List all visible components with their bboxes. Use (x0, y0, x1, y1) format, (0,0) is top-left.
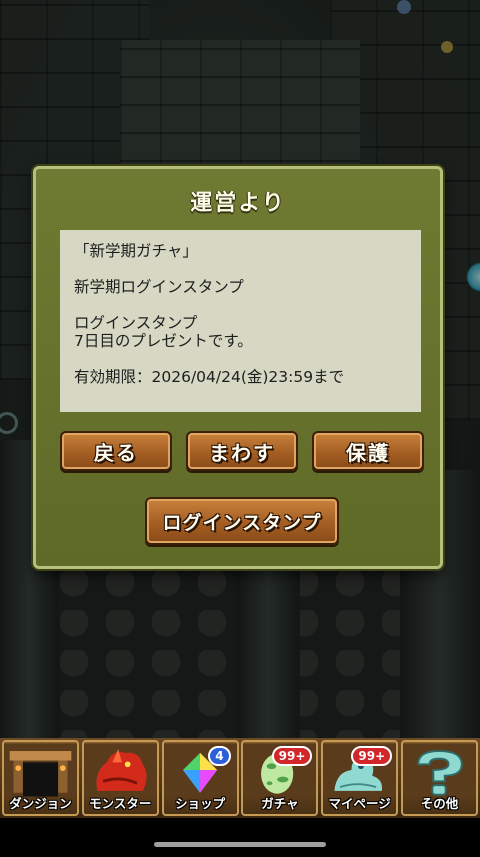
dungeon-icon (4, 743, 77, 797)
nav-label: モンスター (89, 796, 152, 811)
nav-dungeon[interactable]: ダンジョン (2, 740, 79, 816)
nav-shop[interactable]: 4 ショップ (161, 740, 239, 816)
nav-mypage[interactable]: 99+ マイページ (321, 740, 399, 816)
nav-label: ショップ (175, 796, 226, 811)
message-line: 「新学期ガチャ」 (74, 242, 198, 260)
nav-label: マイページ (328, 796, 391, 811)
mypage-badge: 99+ (351, 746, 393, 766)
other-icon (402, 743, 476, 797)
message-line: 7日目のプレゼントです。 (74, 332, 253, 350)
nav-label: ダンジョン (9, 796, 72, 811)
message-line: 新学期ログインスタンプ (74, 278, 244, 296)
monster-icon (83, 743, 157, 797)
system-navigation-bar (0, 818, 480, 857)
message-line: ログインスタンプ (74, 314, 198, 332)
nav-other[interactable]: その他 (400, 740, 478, 816)
notice-dialog: 運営より 「新学期ガチャ」 新学期ログインスタンプ ログインスタンプ 7日目のプ… (33, 166, 443, 569)
dialog-title: 運営より (190, 191, 286, 216)
back-button[interactable]: 戻る (60, 431, 172, 471)
expiry-line: 有効期限：2026/04/24(金)23:59まで (74, 368, 345, 386)
nav-label: その他 (420, 796, 459, 811)
home-gesture-handle[interactable] (154, 842, 326, 847)
message-box: 「新学期ガチャ」 新学期ログインスタンプ ログインスタンプ 7日目のプレゼントで… (60, 230, 421, 412)
spin-button[interactable]: まわす (186, 431, 298, 471)
login-stamp-button[interactable]: ログインスタンプ (145, 497, 339, 545)
nav-monster[interactable]: モンスター (81, 740, 159, 816)
shop-badge: 4 (208, 746, 231, 766)
nav-gacha[interactable]: 99+ ガチャ (241, 740, 319, 816)
nav-label: ガチャ (261, 796, 299, 811)
protect-button[interactable]: 保護 (312, 431, 424, 471)
bottom-nav: ダンジョン モンスター 4 ショップ 99+ ガチャ 99+ マイページ その他 (0, 738, 480, 818)
gacha-badge: 99+ (271, 746, 313, 766)
